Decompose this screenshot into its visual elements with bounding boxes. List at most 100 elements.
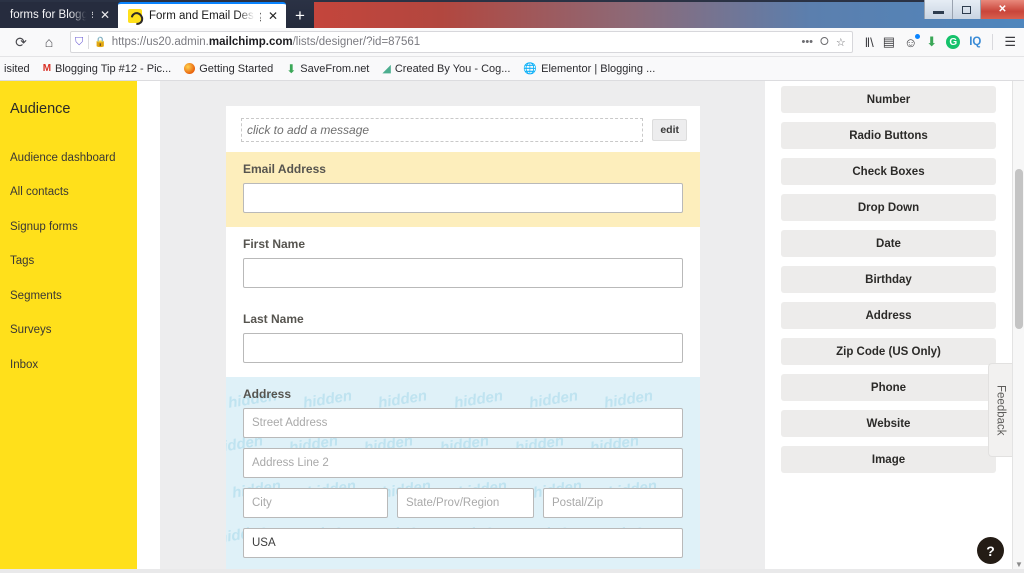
bookmark-item[interactable]: ⬇ SaveFrom.net xyxy=(286,62,369,76)
feedback-label: Feedback xyxy=(994,384,1007,436)
form-field-first-name[interactable]: First Name xyxy=(226,227,700,302)
menu-icon[interactable]: ☰ xyxy=(1004,34,1016,50)
sidebar-item-surveys[interactable]: Surveys xyxy=(10,314,137,349)
maximize-button[interactable] xyxy=(952,0,980,19)
bookmark-item[interactable]: M Blogging Tip #12 - Pic... xyxy=(43,63,172,75)
street-address-input[interactable]: Street Address xyxy=(243,408,683,438)
download-icon: ⬇ xyxy=(286,61,297,76)
url-bar[interactable]: ⛉ 🔒 https://us20.admin.mailchimp.com/lis… xyxy=(70,31,853,53)
field-label: Address xyxy=(243,387,292,401)
form-field-email-address[interactable]: Email Address xyxy=(226,152,700,227)
scrollbar-thumb[interactable] xyxy=(1015,169,1023,329)
bookmarks-bar: isited M Blogging Tip #12 - Pic... Getti… xyxy=(0,57,1024,81)
first-name-input[interactable] xyxy=(243,258,683,288)
tab-title-fade xyxy=(238,4,260,28)
reload-icon[interactable]: ⟳ xyxy=(8,30,34,54)
message-placeholder[interactable]: click to add a message xyxy=(241,118,644,142)
address-line-2-input[interactable]: Address Line 2 xyxy=(243,448,683,478)
email-address-input[interactable] xyxy=(243,183,683,213)
bookmark-label: isited xyxy=(4,62,30,75)
bookmark-label: Created By You - Cog... xyxy=(394,62,511,75)
address-row: Address Line 2 xyxy=(243,448,683,478)
palette-button-date[interactable]: Date xyxy=(781,230,996,257)
signup-form-preview: click to add a message edit Email Addres… xyxy=(226,106,700,573)
iq-extension-icon[interactable]: IQ xyxy=(969,36,981,48)
form-field-address-hidden[interactable]: hidden hidden hidden hidden hidden hidde… xyxy=(226,377,700,573)
browser-toolbar-icons: ‖\ ▤ ☺ ⬇ G IQ ☰ xyxy=(861,33,1016,50)
lock-icon[interactable]: 🔒 xyxy=(94,37,106,48)
sidebar-item-signup-forms[interactable]: Signup forms xyxy=(10,210,137,245)
bookmark-item[interactable]: isited xyxy=(4,63,30,75)
help-button[interactable]: ? xyxy=(977,537,1004,564)
close-window-button[interactable]: ✕ xyxy=(980,0,1024,19)
new-tab-button[interactable]: + xyxy=(286,7,314,28)
downloads-icon[interactable]: ⬇ xyxy=(926,34,937,50)
browser-tab-inactive[interactable]: forms for Blogger VJ | M ✕ xyxy=(0,2,118,28)
url-path: /lists/designer/?id=87561 xyxy=(292,36,421,48)
bookmark-item[interactable]: Getting Started xyxy=(184,63,273,75)
window-bottom-strip xyxy=(0,569,1024,573)
scrollbar-down-arrow-icon[interactable]: ▼ xyxy=(1015,560,1023,569)
field-label: Last Name xyxy=(243,312,304,326)
palette-button-zip-code[interactable]: Zip Code (US Only) xyxy=(781,338,996,365)
address-row: City State/Prov/Region Postal/Zip xyxy=(243,488,683,518)
page-scrollbar[interactable]: ▼ xyxy=(1012,81,1024,573)
bookmark-label: Getting Started xyxy=(199,62,274,75)
sidebar-icon[interactable]: ▤ xyxy=(883,34,895,50)
address-field-content: Address Street Address Address Line 2 Ci… xyxy=(243,387,683,558)
page-viewport: Audience Audience dashboard All contacts… xyxy=(0,81,1024,573)
bookmark-star-icon[interactable]: ☆ xyxy=(836,36,846,49)
tabstrip-empty-area xyxy=(313,2,1024,28)
sidebar-item-inbox[interactable]: Inbox xyxy=(10,348,137,383)
window-controls: ✕ xyxy=(924,0,1024,19)
sidebar-item-tags[interactable]: Tags xyxy=(10,245,137,280)
tab-title-fade xyxy=(70,2,92,28)
palette-button-drop-down[interactable]: Drop Down xyxy=(781,194,996,221)
browser-tab-active[interactable]: Form and Email Designer | Mail ✕ xyxy=(118,2,286,28)
edit-message-button[interactable]: edit xyxy=(652,119,687,141)
url-bar-actions: ••• ⭘ ☆ xyxy=(801,36,847,49)
sidebar-item-segments[interactable]: Segments xyxy=(10,279,137,314)
home-icon[interactable]: ⌂ xyxy=(36,30,62,54)
address-row: USA xyxy=(243,528,683,558)
minimize-button[interactable] xyxy=(924,0,952,19)
cognito-icon: ◢ xyxy=(382,63,391,75)
sidebar-item-audience-dashboard[interactable]: Audience dashboard xyxy=(10,141,137,176)
browser-titlebar: forms for Blogger VJ | M ✕ Form and Emai… xyxy=(0,0,1024,28)
state-input[interactable]: State/Prov/Region xyxy=(397,488,534,518)
grammarly-icon[interactable]: G xyxy=(946,35,961,49)
palette-button-radio-buttons[interactable]: Radio Buttons xyxy=(781,122,996,149)
tracking-shield-icon[interactable]: ⛉ xyxy=(75,36,83,49)
last-name-input[interactable] xyxy=(243,333,683,363)
url-prefix: https://us20.admin. xyxy=(111,36,209,48)
form-field-last-name[interactable]: Last Name xyxy=(226,302,700,377)
bookmark-label: Elementor | Blogging ... xyxy=(541,62,656,75)
palette-button-address[interactable]: Address xyxy=(781,302,996,329)
palette-button-website[interactable]: Website xyxy=(781,410,996,437)
url-domain: mailchimp.com xyxy=(208,36,293,48)
palette-button-phone[interactable]: Phone xyxy=(781,374,996,401)
gmail-icon: M xyxy=(42,63,52,74)
tab-close-icon[interactable]: ✕ xyxy=(100,9,110,21)
browser-navbar: ⟳ ⌂ ⛉ 🔒 https://us20.admin.mailchimp.com… xyxy=(0,28,1024,57)
sidebar-item-all-contacts[interactable]: All contacts xyxy=(10,176,137,211)
page-actions-icon[interactable]: ••• xyxy=(801,36,813,48)
pocket-icon[interactable]: ⭘ xyxy=(820,36,829,49)
palette-button-number[interactable]: Number xyxy=(781,86,996,113)
city-input[interactable]: City xyxy=(243,488,388,518)
bookmark-label: SaveFrom.net xyxy=(300,62,370,75)
postal-zip-input[interactable]: Postal/Zip xyxy=(543,488,683,518)
field-label: First Name xyxy=(243,237,306,251)
feedback-tab[interactable]: Feedback xyxy=(988,363,1012,457)
country-select[interactable]: USA xyxy=(243,528,683,558)
bookmark-item[interactable]: ◢ Created By You - Cog... xyxy=(382,62,511,76)
divider xyxy=(992,34,994,50)
bookmark-item[interactable]: 🌐 Elementor | Blogging ... xyxy=(523,62,656,76)
palette-button-birthday[interactable]: Birthday xyxy=(781,266,996,293)
library-icon[interactable]: ‖\ xyxy=(865,35,874,50)
tab-close-icon[interactable]: ✕ xyxy=(268,10,278,22)
account-icon[interactable]: ☺ xyxy=(904,33,921,50)
palette-button-check-boxes[interactable]: Check Boxes xyxy=(781,158,996,185)
divider xyxy=(88,35,90,49)
palette-button-image[interactable]: Image xyxy=(781,446,996,473)
